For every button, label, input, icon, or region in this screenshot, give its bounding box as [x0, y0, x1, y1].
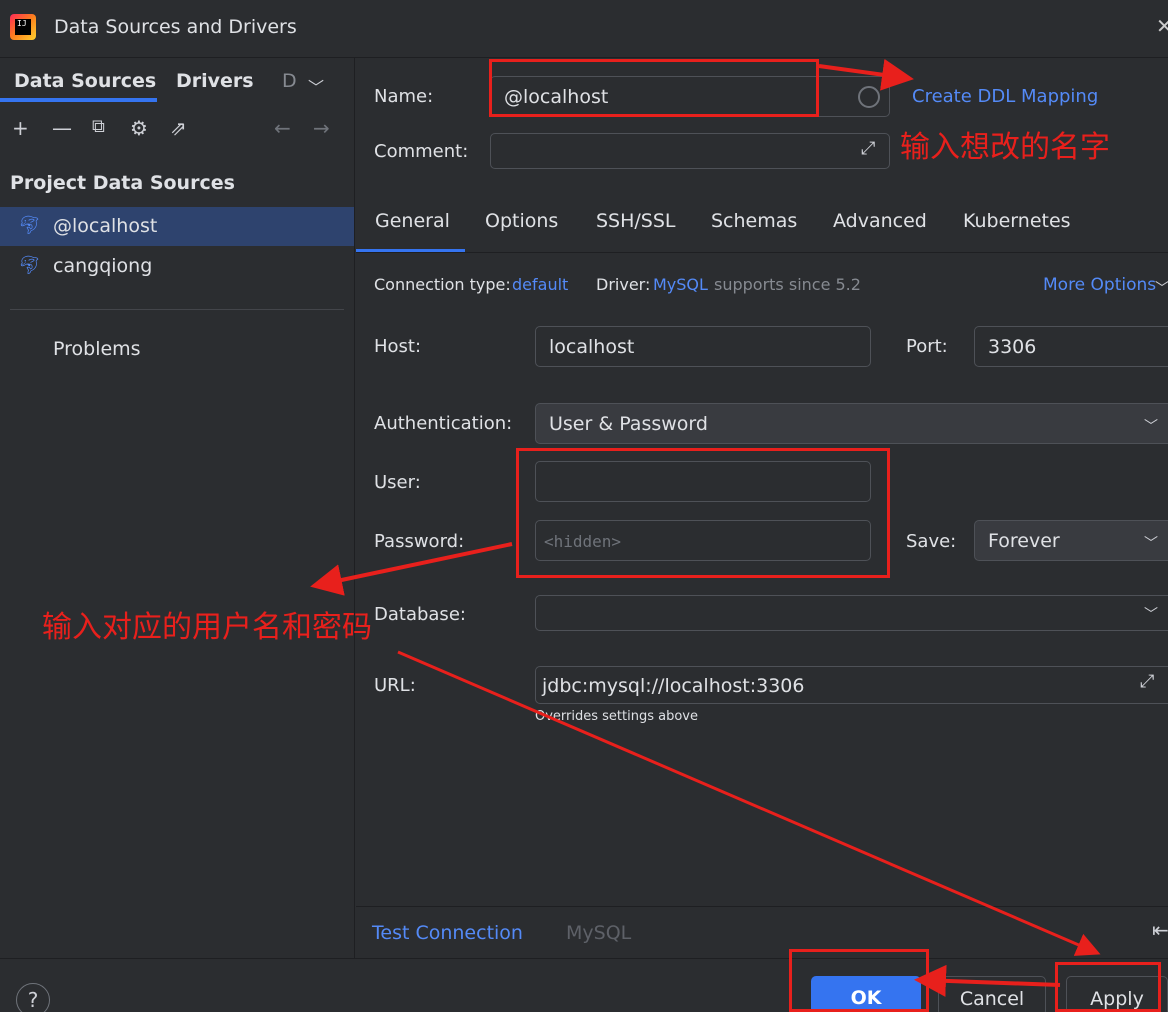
annotation-arrows — [310, 58, 1101, 997]
arrow-to-credentials-text — [310, 542, 513, 596]
arrow-to-ok — [914, 964, 1061, 997]
arrow-to-ddl — [818, 58, 914, 91]
arrow-to-apply — [397, 650, 1101, 956]
